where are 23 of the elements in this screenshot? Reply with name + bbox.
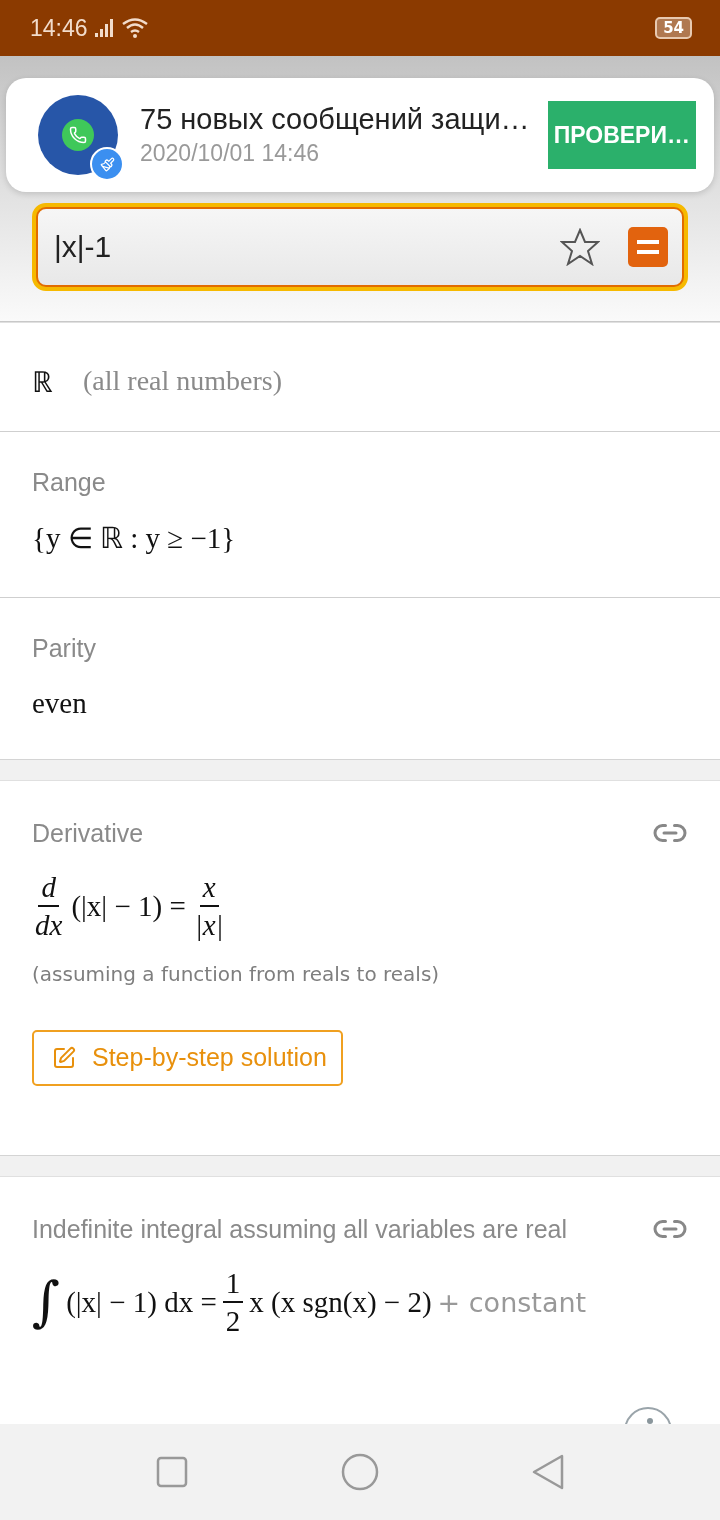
domain-value: ℝ bbox=[32, 365, 53, 400]
section-label: Indefinite integral assuming all variables are real bbox=[32, 1214, 567, 1244]
status-time: 14:46 bbox=[30, 14, 88, 42]
domain-note: (all real numbers) bbox=[83, 364, 283, 397]
section-label: Derivative bbox=[32, 818, 144, 848]
range-value: {y ∈ ℝ : y ≥ −1} bbox=[32, 521, 236, 555]
back-nav-icon[interactable] bbox=[531, 1454, 564, 1490]
notification-title: 75 новых сообщений защи… bbox=[140, 103, 526, 136]
wifi-icon bbox=[121, 18, 148, 38]
battery-indicator: 54 bbox=[655, 17, 692, 39]
equals-button[interactable] bbox=[628, 227, 668, 267]
edit-icon bbox=[52, 1045, 76, 1070]
search-field[interactable]: |x|-1 bbox=[36, 207, 684, 287]
equals-icon bbox=[637, 239, 659, 255]
home-nav-icon[interactable] bbox=[341, 1453, 379, 1491]
square-nav-icon[interactable] bbox=[156, 1456, 189, 1488]
signal-icon bbox=[93, 19, 116, 37]
star-icon[interactable] bbox=[560, 228, 600, 266]
section-label: Range bbox=[32, 468, 107, 497]
notification-time: 2020/10/01 14:46 bbox=[140, 140, 321, 167]
parity-value: even bbox=[32, 687, 87, 720]
section-label: Parity bbox=[32, 634, 97, 663]
assumption-note: (assuming a function from reals to reals) bbox=[32, 961, 441, 986]
